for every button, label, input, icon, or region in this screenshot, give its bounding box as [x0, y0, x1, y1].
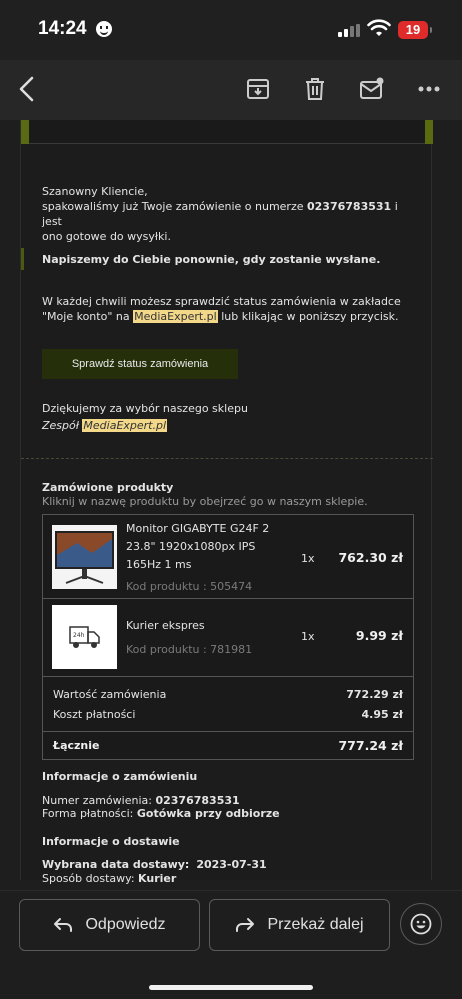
battery-icon: 19 — [398, 21, 432, 39]
courier-24h-label: 24h — [73, 632, 85, 639]
summary-row: Wartość zamówienia 772.29 zł — [53, 688, 403, 701]
cellular-signal-icon — [338, 24, 362, 37]
email-toolbar — [0, 60, 462, 120]
team-signature: Zespół MediaExpert.pl — [42, 419, 168, 432]
section-divider — [21, 458, 433, 459]
back-button[interactable] — [10, 72, 44, 106]
chevron-left-icon — [19, 76, 34, 102]
ordered-products-title: Zamówione produkty — [42, 481, 174, 494]
product-name[interactable]: Kurier ekspres — [126, 617, 205, 635]
more-icon — [418, 86, 440, 92]
notify-message: Napiszemy do Ciebie ponownie, gdy zostan… — [42, 253, 381, 266]
store-link[interactable]: MediaExpert.pl — [133, 310, 218, 323]
product-price: 9.99 zł — [355, 628, 403, 643]
order-number: 02376783531 — [307, 200, 392, 213]
accent-mark — [21, 248, 24, 270]
reply-icon — [54, 918, 73, 932]
product-name[interactable]: Monitor GIGABYTE G24F 2 23.8" 1920x1080px… — [126, 520, 269, 574]
home-indicator[interactable] — [149, 985, 313, 990]
check-status-message: W każdej chwili możesz sprawdzić status … — [42, 295, 401, 323]
archive-icon — [247, 79, 269, 99]
packed-message: spakowaliśmy już Twoje zamówienie o nume… — [42, 200, 398, 243]
delivery-method-row: Sposób dostawy: Kurier — [42, 872, 177, 885]
reply-label: Odpowiedz — [85, 916, 166, 933]
thanks-message: Dziękujemy za wybór naszego sklepu — [42, 402, 248, 415]
mail-unread-icon — [360, 77, 384, 99]
forward-label: Przekaż dalej — [267, 916, 364, 933]
reply-button[interactable]: Odpowiedz — [19, 899, 200, 951]
email-body: Szanowny Kliencie, spakowaliśmy już Twoj… — [20, 120, 433, 885]
ordered-products-subtitle: Kliknij w nazwę produktu by obejrzeć go … — [42, 495, 368, 508]
smiley-icon — [410, 913, 432, 935]
product-row[interactable]: Monitor GIGABYTE G24F 2 23.8" 1920x1080px… — [43, 515, 413, 599]
check-status-button[interactable]: Sprawdź status zamówienia — [42, 349, 238, 379]
total-row: Łącznie 777.24 zł — [43, 731, 413, 759]
forward-icon — [236, 918, 255, 932]
wifi-icon — [367, 18, 391, 38]
order-info-title: Informacje o zamówieniu — [42, 770, 198, 783]
emoji-reaction-button[interactable] — [400, 903, 442, 945]
mark-unread-button[interactable] — [355, 72, 389, 106]
product-quantity: 1x — [301, 630, 315, 643]
product-quantity: 1x — [301, 552, 315, 565]
archive-button[interactable] — [241, 72, 275, 106]
more-button[interactable] — [412, 72, 446, 106]
focus-smiley-icon — [96, 21, 112, 37]
summary-row: Koszt płatności 4.95 zł — [53, 708, 403, 721]
status-bar: 14:24 19 — [0, 0, 462, 60]
team-store-link[interactable]: MediaExpert.pl — [82, 419, 168, 432]
delivery-info-title: Informacje o dostawie — [42, 835, 180, 848]
delivery-truck-icon: 24h — [69, 626, 100, 648]
product-row[interactable]: 24h Kurier ekspres Kod produktu : 781981… — [43, 599, 413, 677]
email-content: Szanowny Kliencie, spakowaliśmy już Twoj… — [0, 120, 462, 890]
clock: 14:24 — [38, 18, 87, 39]
product-code: Kod produktu : 505474 — [126, 580, 253, 593]
monitor-image[interactable] — [52, 525, 117, 589]
delivery-date-row: Wybrana data dostawy: 2023-07-31 — [42, 858, 267, 871]
product-price: 762.30 zł — [338, 550, 403, 565]
forward-button[interactable]: Przekaż dalej — [209, 899, 390, 951]
greeting: Szanowny Kliencie, — [42, 185, 148, 198]
payment-method-row: Forma płatności: Gotówka przy odbiorze — [42, 807, 280, 820]
product-code: Kod produktu : 781981 — [126, 643, 253, 656]
delete-button[interactable] — [298, 72, 332, 106]
trash-icon — [306, 78, 324, 100]
bottom-action-bar: Odpowiedz Przekaż dalej — [0, 890, 462, 999]
courier-image[interactable]: 24h — [52, 605, 117, 669]
email-header-bar — [21, 120, 433, 144]
products-table: Monitor GIGABYTE G24F 2 23.8" 1920x1080px… — [42, 514, 414, 760]
